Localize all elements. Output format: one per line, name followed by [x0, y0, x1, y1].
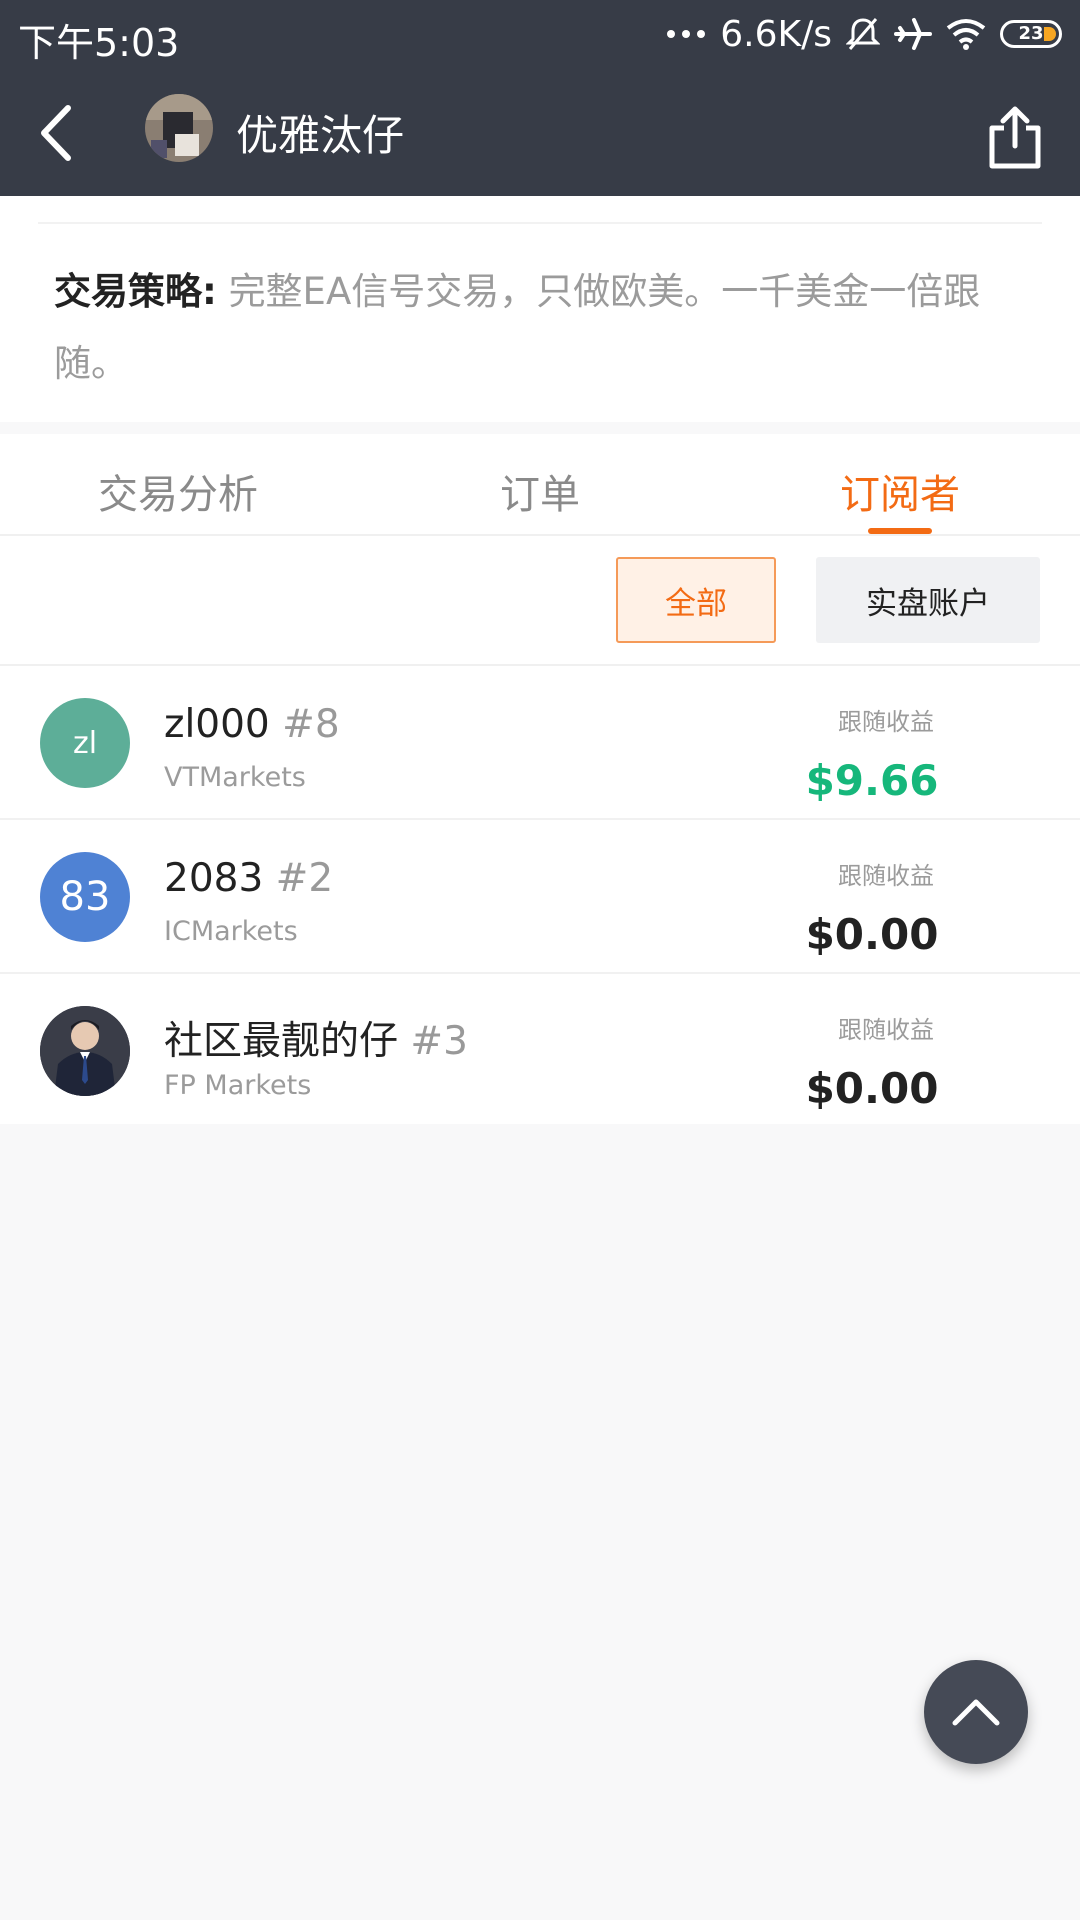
profit-label: 跟随收益	[838, 862, 934, 890]
subscriber-name-line: 2083 #2	[164, 856, 333, 901]
share-button[interactable]	[986, 106, 1044, 170]
filter-bar: 全部 实盘账户	[0, 536, 1080, 666]
more-dots-icon	[667, 30, 706, 38]
divider	[38, 222, 1042, 224]
share-icon	[989, 106, 1041, 169]
battery-level: 23	[1018, 23, 1044, 44]
tab-bar: 交易分析 订单 订阅者	[0, 434, 1080, 536]
subscriber-rank: #3	[410, 1019, 468, 1064]
filter-real-account-button[interactable]: 实盘账户	[816, 557, 1040, 643]
subscriber-name-line: zl000 #8	[164, 702, 340, 747]
subscriber-row[interactable]: 83 2083 #2 ICMarkets 跟随收益 $0.00	[0, 820, 1080, 974]
filter-all-button[interactable]: 全部	[616, 557, 776, 643]
app-header: 下午5:03 6.6K/s 23 优雅汰仔	[0, 0, 1080, 196]
subscriber-rank: #2	[275, 856, 334, 901]
chevron-left-icon	[41, 105, 71, 161]
status-icons: 6.6K/s 23	[666, 12, 1062, 56]
subscriber-row[interactable]: 社区最靓的仔 #3 FP Markets 跟随收益 $0.00	[0, 974, 1080, 1124]
strategy-label: 交易策略:	[54, 270, 217, 313]
scroll-to-top-button[interactable]	[924, 1660, 1028, 1764]
chevron-up-icon	[952, 1699, 1000, 1726]
subscriber-name: 2083	[164, 856, 264, 901]
tab-trade-analysis[interactable]: 交易分析	[98, 462, 258, 520]
subscriber-name: 社区最靓的仔	[164, 1019, 399, 1064]
profit-label: 跟随收益	[838, 708, 934, 736]
avatar	[40, 1006, 130, 1096]
profit-value: $9.66	[805, 756, 939, 805]
status-bar: 下午5:03 6.6K/s 23	[0, 0, 1080, 70]
subscriber-name: zl000	[164, 702, 270, 747]
page-title: 优雅汰仔	[236, 111, 405, 160]
subscriber-list: zl zl000 #8 VTMarkets 跟随收益 $9.66 83 2083…	[0, 666, 1080, 1124]
strategy-section: 交易策略: 完整EA信号交易，只做欧美。一千美金一倍跟随。	[0, 196, 1080, 422]
subscriber-name-line: 社区最靓的仔 #3	[164, 1010, 468, 1066]
profit-value: $0.00	[805, 1064, 939, 1113]
mute-icon	[846, 18, 880, 50]
subscriber-row[interactable]: zl zl000 #8 VTMarkets 跟随收益 $9.66	[0, 666, 1080, 820]
strategy-text-block: 交易策略: 完整EA信号交易，只做欧美。一千美金一倍跟随。	[54, 256, 1020, 400]
wifi-icon	[946, 19, 986, 50]
tab-subscribers[interactable]: 订阅者	[840, 462, 960, 520]
active-tab-indicator	[868, 528, 932, 534]
tab-orders[interactable]: 订单	[500, 462, 580, 520]
avatar: 83	[40, 852, 130, 942]
subscriber-broker: ICMarkets	[164, 916, 298, 947]
subscriber-rank: #8	[282, 702, 340, 747]
avatar: zl	[40, 698, 130, 788]
back-button[interactable]	[28, 98, 84, 168]
profit-value: $0.00	[805, 910, 939, 959]
subscriber-broker: VTMarkets	[164, 762, 306, 793]
trader-avatar[interactable]	[145, 94, 213, 162]
airplane-icon	[894, 18, 932, 50]
profit-label: 跟随收益	[838, 1016, 934, 1044]
battery-icon: 23	[1000, 20, 1062, 48]
status-time: 下午5:03	[18, 21, 180, 65]
subscriber-broker: FP Markets	[164, 1070, 312, 1101]
network-speed: 6.6K/s	[720, 13, 832, 55]
